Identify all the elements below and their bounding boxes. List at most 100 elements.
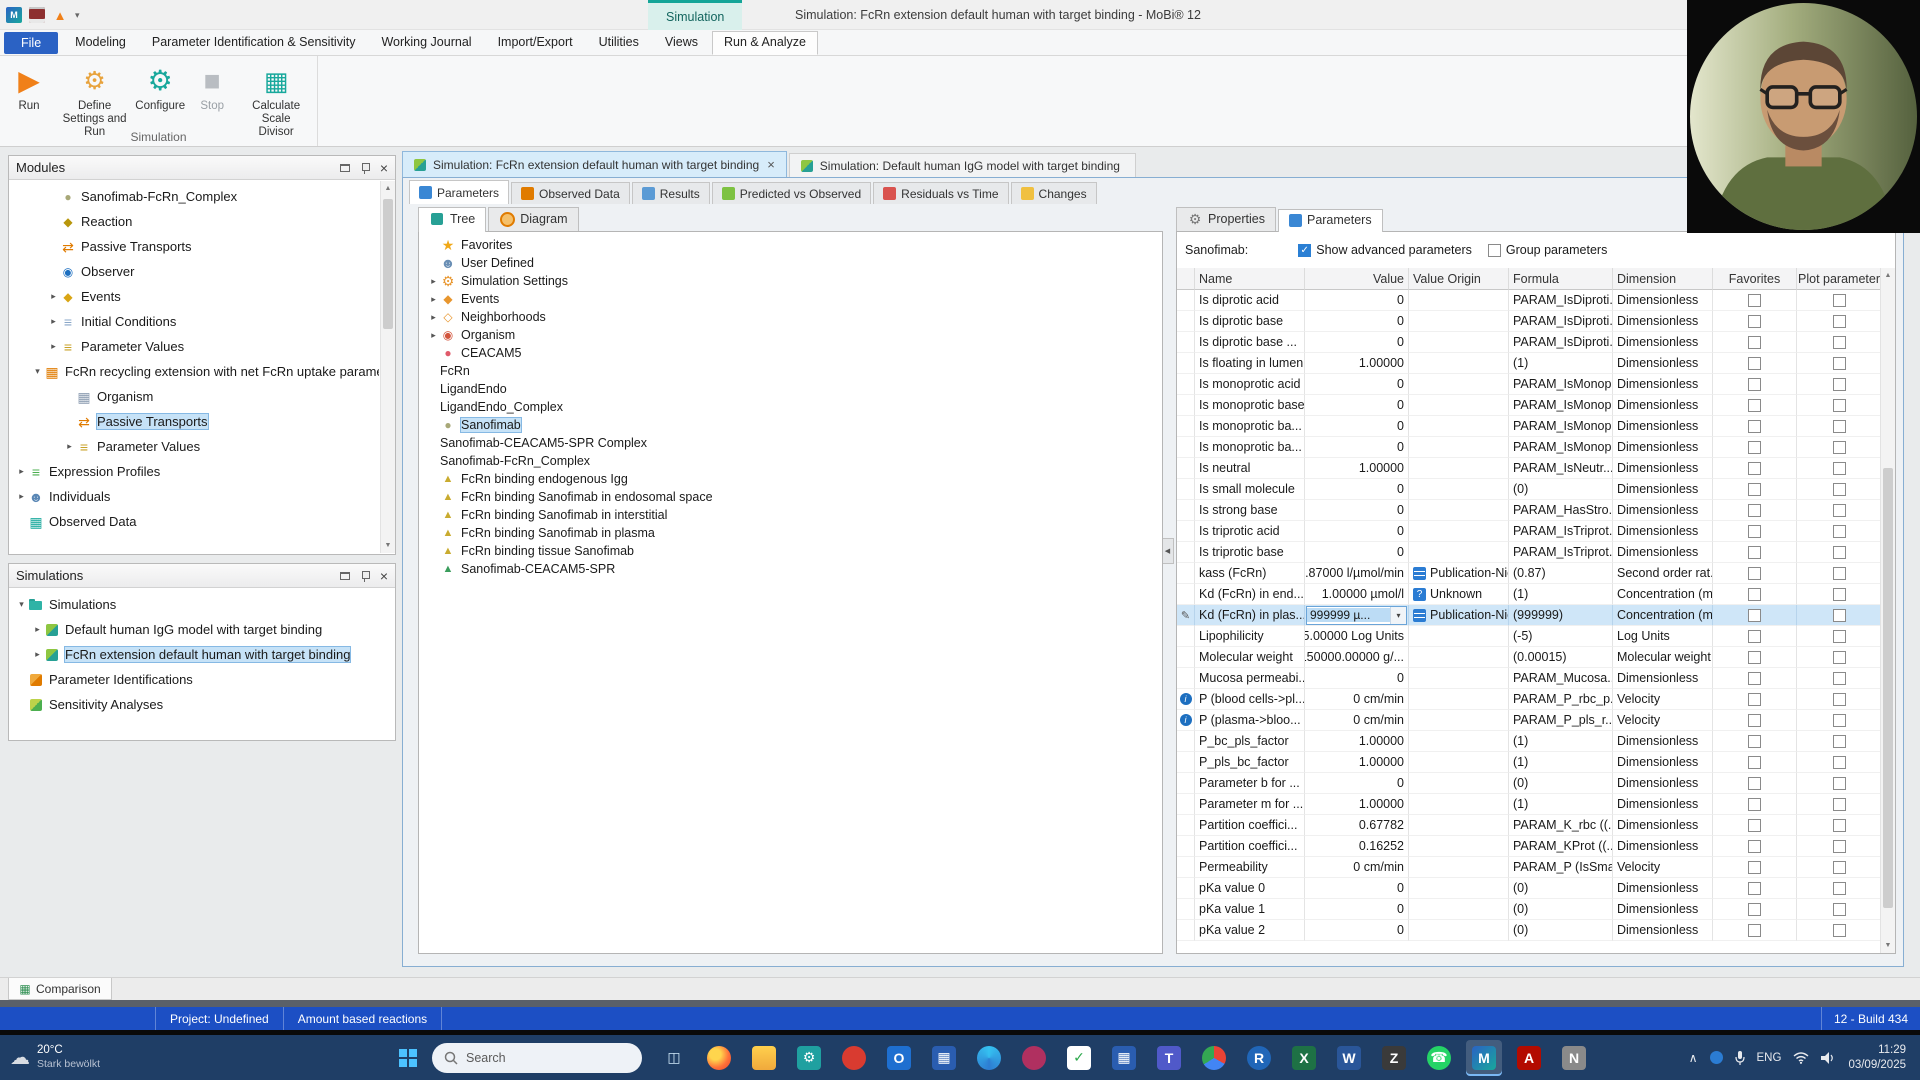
module-node-sanofimab-fcrn-complex[interactable]: ●Sanofimab-FcRn_Complex	[9, 184, 379, 209]
plot-parameter-checkbox[interactable]	[1833, 399, 1846, 412]
view-tab-observed-data[interactable]: Observed Data	[511, 182, 630, 204]
group-parameters-checkbox[interactable]: Group parameters	[1488, 243, 1607, 257]
menu-working-journal[interactable]: Working Journal	[369, 31, 483, 54]
comparison-tab[interactable]: ▦ Comparison	[8, 978, 112, 1000]
param-row-parameter-b-for[interactable]: Parameter b for ...0(0)Dimensionless	[1177, 773, 1882, 794]
tree-node-user-defined[interactable]: ☻User Defined	[419, 254, 1162, 272]
taskbar-word-button[interactable]: W	[1331, 1040, 1367, 1076]
module-node-fcrn-recycling-extension-with-net-fcrn-uptake-parameter[interactable]: ▾▦FcRn recycling extension with net FcRn…	[9, 359, 379, 384]
taskbar-search[interactable]: Search	[432, 1043, 642, 1073]
plot-parameter-checkbox[interactable]	[1833, 630, 1846, 643]
float-window-icon[interactable]	[340, 164, 350, 172]
param-row-is-monoprotic-ba[interactable]: Is monoprotic ba...0PARAM_IsMonop...Dime…	[1177, 416, 1882, 437]
favorite-checkbox[interactable]	[1748, 735, 1761, 748]
taskbar-file-explorer-button[interactable]	[746, 1040, 782, 1076]
menu-views[interactable]: Views	[653, 31, 710, 54]
expander-icon[interactable]: ▸	[31, 649, 44, 660]
tree-node-sanofimab-ceacam5-spr-complex[interactable]: Sanofimab-CEACAM5-SPR Complex	[419, 434, 1162, 452]
ribbon-run-button[interactable]: ▶Run	[6, 61, 52, 116]
plot-parameter-checkbox[interactable]	[1833, 315, 1846, 328]
param-row-p-blood-cells-pl[interactable]: iP (blood cells->pl...0 cm/minPARAM_P_rb…	[1177, 689, 1882, 710]
param-row-is-diprotic-base[interactable]: Is diprotic base0PARAM_IsDiproti...Dimen…	[1177, 311, 1882, 332]
plot-parameter-checkbox[interactable]	[1833, 609, 1846, 622]
module-node-parameter-values[interactable]: ▸≡Parameter Values	[9, 334, 379, 359]
param-row-is-floating-in-lumen[interactable]: Is floating in lumen1.00000(1)Dimensionl…	[1177, 353, 1882, 374]
menu-modeling[interactable]: Modeling	[63, 31, 138, 54]
dropdown-button[interactable]: ▾	[1390, 607, 1406, 624]
favorite-checkbox[interactable]	[1748, 420, 1761, 433]
module-node-parameter-values[interactable]: ▸≡Parameter Values	[9, 434, 379, 459]
plot-parameter-checkbox[interactable]	[1833, 714, 1846, 727]
favorite-checkbox[interactable]	[1748, 651, 1761, 664]
plot-parameter-checkbox[interactable]	[1833, 924, 1846, 937]
module-node-individuals[interactable]: ▸☻Individuals	[9, 484, 379, 509]
tree-node-neighborhoods[interactable]: ▸◇Neighborhoods	[419, 308, 1162, 326]
value-editor-combobox[interactable]: 999999 µ...▾	[1306, 606, 1407, 625]
show-advanced-parameters-checkbox[interactable]: ✓ Show advanced parameters	[1298, 243, 1472, 257]
plot-parameter-checkbox[interactable]	[1833, 840, 1846, 853]
tree-node-fcrn-binding-endogenous-igg[interactable]: ▲FcRn binding endogenous Igg	[419, 470, 1162, 488]
plot-parameter-checkbox[interactable]	[1833, 735, 1846, 748]
modules-scrollbar[interactable]: ▲ ▼	[380, 181, 395, 553]
favorite-checkbox[interactable]	[1748, 294, 1761, 307]
param-row-molecular-weight[interactable]: Molecular weight150000.00000 g/...(0.000…	[1177, 647, 1882, 668]
favorite-checkbox[interactable]	[1748, 756, 1761, 769]
param-row-partition-coeffici[interactable]: Partition coeffici...0.67782PARAM_K_rbc …	[1177, 815, 1882, 836]
start-button[interactable]	[390, 1040, 426, 1076]
scroll-thumb[interactable]	[1883, 468, 1893, 908]
param-row-is-neutral[interactable]: Is neutral1.00000PARAM_IsNeutr...Dimensi…	[1177, 458, 1882, 479]
param-row-is-triprotic-base[interactable]: Is triprotic base0PARAM_IsTriprot...Dime…	[1177, 542, 1882, 563]
expander-icon[interactable]: ▸	[427, 276, 440, 287]
taskbar-edge-button[interactable]	[971, 1040, 1007, 1076]
language-indicator[interactable]: ENG	[1757, 1052, 1782, 1064]
plot-parameter-checkbox[interactable]	[1833, 420, 1846, 433]
expander-icon[interactable]: ▸	[47, 316, 60, 327]
param-row-lipophilicity[interactable]: Lipophilicity-5.00000 Log Units(-5)Log U…	[1177, 626, 1882, 647]
taskbar-settings-button[interactable]: ⚙	[791, 1040, 827, 1076]
favorite-checkbox[interactable]	[1748, 882, 1761, 895]
simulation-node-parameter-identifications[interactable]: Parameter Identifications	[9, 667, 379, 692]
favorite-checkbox[interactable]	[1748, 462, 1761, 475]
favorite-checkbox[interactable]	[1748, 777, 1761, 790]
taskbar-rstudio-button[interactable]: R	[1241, 1040, 1277, 1076]
plot-parameter-checkbox[interactable]	[1833, 336, 1846, 349]
favorite-checkbox[interactable]	[1748, 903, 1761, 916]
tab-tree[interactable]: Tree	[418, 207, 486, 232]
module-node-observed-data[interactable]: ▦Observed Data	[9, 509, 379, 534]
favorite-checkbox[interactable]	[1748, 504, 1761, 517]
scroll-thumb[interactable]	[383, 199, 393, 329]
param-row-p-bc-pls-factor[interactable]: P_bc_pls_factor1.00000(1)Dimensionless	[1177, 731, 1882, 752]
tree-node-organism[interactable]: ▸◉Organism	[419, 326, 1162, 344]
taskbar-acrobat-button[interactable]: A	[1511, 1040, 1547, 1076]
param-row-kd-fcrn-in-end[interactable]: Kd (FcRn) in end...1.00000 µmol/l?Unknow…	[1177, 584, 1882, 605]
pin-icon[interactable]	[359, 570, 371, 582]
taskbar-office-button[interactable]: ▦	[1106, 1040, 1142, 1076]
simulation-context-tab[interactable]: Simulation	[648, 0, 742, 30]
menu-file[interactable]: File	[4, 32, 58, 54]
module-node-passive-transports[interactable]: ⇄Passive Transports	[9, 409, 379, 434]
microphone-icon[interactable]	[1735, 1051, 1745, 1065]
taskbar-task-view-button[interactable]: ◫	[656, 1040, 692, 1076]
view-tab-results[interactable]: Results	[632, 182, 710, 204]
plot-parameter-checkbox[interactable]	[1833, 777, 1846, 790]
view-tab-residuals-vs-time[interactable]: Residuals vs Time	[873, 182, 1008, 204]
expander-icon[interactable]: ▾	[15, 599, 28, 610]
column-header-formula[interactable]: Formula	[1509, 268, 1613, 290]
favorite-checkbox[interactable]	[1748, 609, 1761, 622]
taskbar-mobi-button[interactable]: M	[1466, 1040, 1502, 1076]
param-row-is-monoprotic-acid[interactable]: Is monoprotic acid0PARAM_IsMonop...Dimen…	[1177, 374, 1882, 395]
view-tab-predicted-vs-observed[interactable]: Predicted vs Observed	[712, 182, 871, 204]
ribbon-stop-button[interactable]: ■Stop	[189, 61, 235, 116]
param-row-partition-coeffici[interactable]: Partition coeffici...0.16252PARAM_KProt …	[1177, 836, 1882, 857]
tree-node-favorites[interactable]: ★Favorites	[419, 236, 1162, 254]
expander-icon[interactable]: ▸	[63, 441, 76, 452]
favorite-checkbox[interactable]	[1748, 693, 1761, 706]
tree-node-sanofimab-ceacam5-spr[interactable]: ▲Sanofimab-CEACAM5-SPR	[419, 560, 1162, 578]
taskbar-firefox-button[interactable]	[701, 1040, 737, 1076]
clock[interactable]: 11:29 03/09/2025	[1848, 1043, 1906, 1072]
taskbar-chrome-button[interactable]	[1196, 1040, 1232, 1076]
favorite-checkbox[interactable]	[1748, 336, 1761, 349]
simulation-node-fcrn-extension-default-human-with-target-binding[interactable]: ▸FcRn extension default human with targe…	[9, 642, 379, 667]
taskbar-teams-button[interactable]: T	[1151, 1040, 1187, 1076]
column-header-value-origin[interactable]: Value Origin	[1409, 268, 1509, 290]
